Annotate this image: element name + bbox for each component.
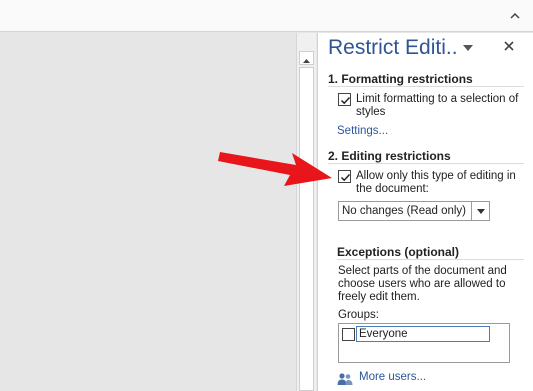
- document-area[interactable]: [0, 33, 296, 391]
- users-icon: [337, 373, 353, 385]
- vertical-scrollbar[interactable]: [296, 33, 316, 391]
- exceptions-description: Select parts of the document and choose …: [338, 265, 507, 303]
- dropdown-arrow-icon[interactable]: [471, 202, 489, 220]
- group-everyone[interactable]: Everyone: [356, 326, 490, 342]
- scroll-up-button[interactable]: [299, 51, 314, 65]
- groups-list: Everyone: [338, 323, 510, 363]
- everyone-checkbox[interactable]: [342, 328, 355, 341]
- settings-link[interactable]: Settings...: [337, 125, 388, 137]
- pane-title: Restrict Editi..: [328, 36, 458, 59]
- limit-formatting-checkbox[interactable]: [338, 93, 351, 106]
- restrict-editing-pane: Restrict Editi.. 1. Formatting restricti…: [317, 33, 533, 391]
- divider: [328, 86, 524, 87]
- editing-restrictions-heading: 2. Editing restrictions: [328, 149, 451, 163]
- ribbon-bar: [0, 0, 533, 32]
- chevron-down-icon[interactable]: [462, 43, 474, 53]
- limit-formatting-label: Limit formatting to a selection of style…: [356, 93, 519, 118]
- collapse-ribbon-icon[interactable]: [507, 8, 523, 24]
- close-icon[interactable]: [502, 39, 516, 53]
- allow-editing-type-label: Allow only this type of editing in the d…: [356, 170, 516, 195]
- divider: [337, 259, 524, 260]
- groups-label: Groups:: [338, 309, 379, 321]
- exceptions-heading: Exceptions (optional): [337, 245, 460, 259]
- formatting-restrictions-heading: 1. Formatting restrictions: [328, 72, 473, 86]
- editing-type-dropdown[interactable]: No changes (Read only): [338, 201, 490, 221]
- allow-editing-type-checkbox[interactable]: [338, 170, 351, 183]
- red-arrow-annotation: [218, 152, 332, 186]
- scroll-thumb[interactable]: [299, 67, 314, 391]
- divider: [328, 163, 524, 164]
- more-users-label: More users...: [359, 371, 427, 383]
- editing-type-value: No changes (Read only): [342, 205, 467, 217]
